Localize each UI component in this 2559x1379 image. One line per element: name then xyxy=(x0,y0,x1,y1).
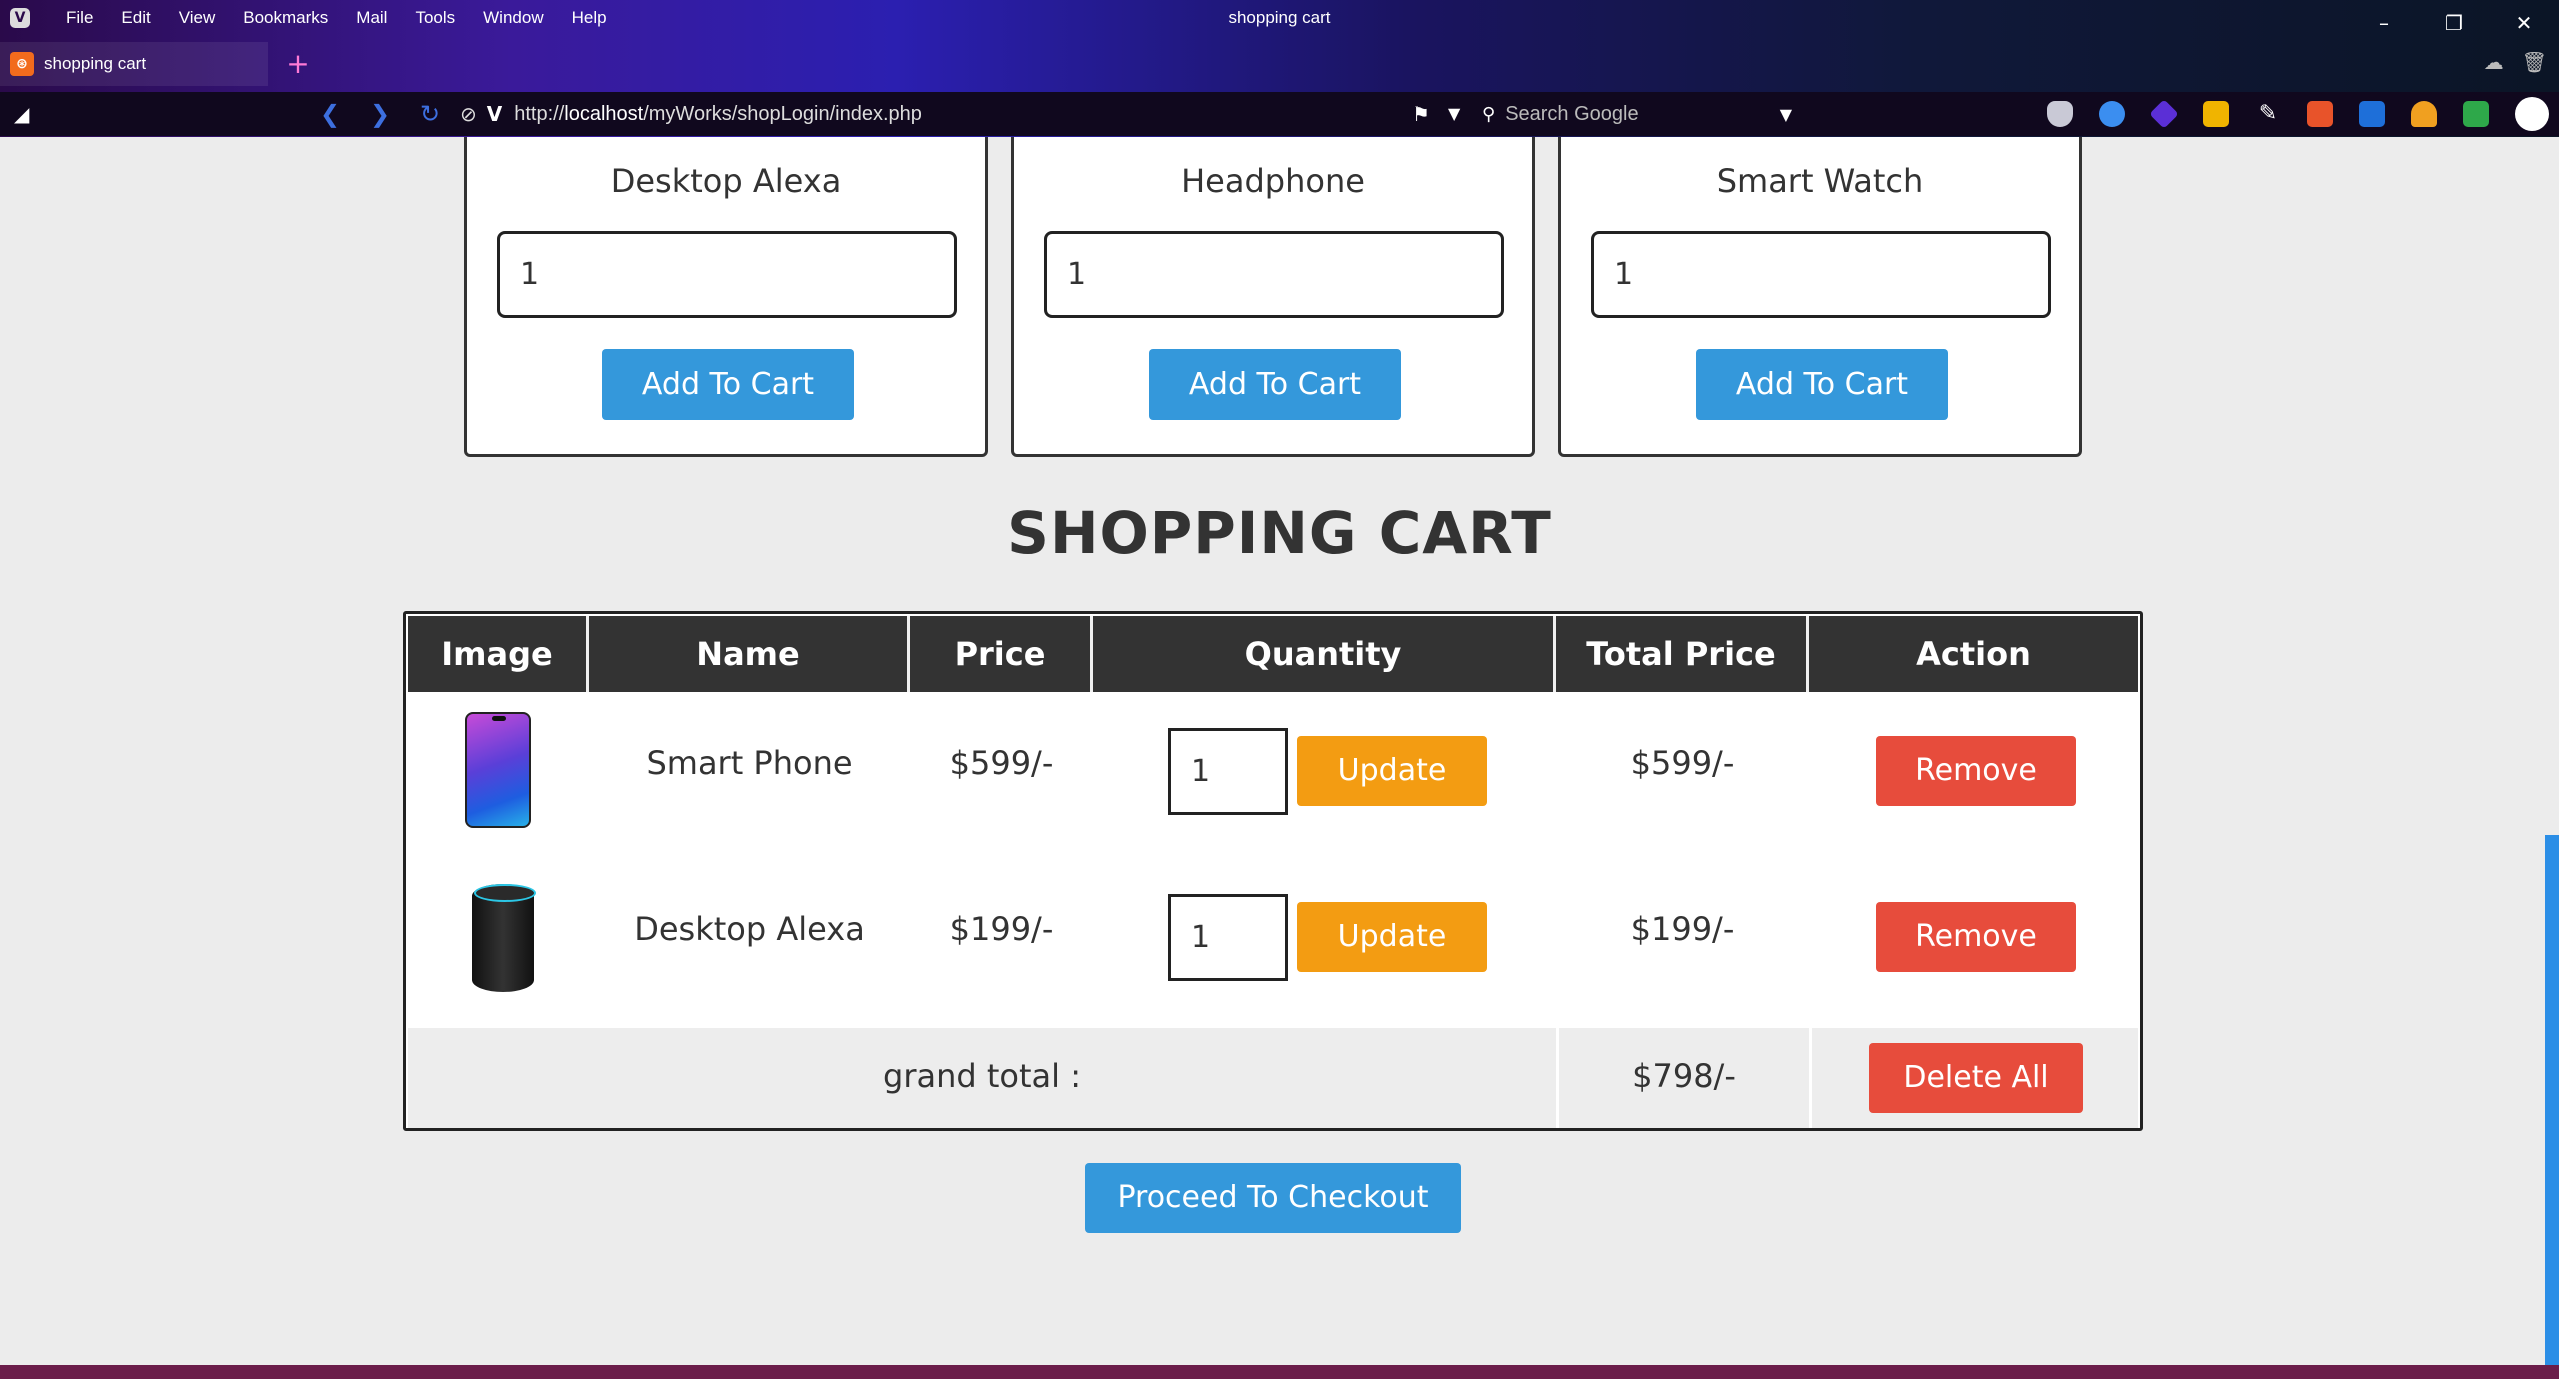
percent-icon[interactable] xyxy=(2307,101,2333,127)
menu-bookmarks[interactable]: Bookmarks xyxy=(243,8,328,28)
product-card: Headphone 1 Add To Cart xyxy=(1011,137,1535,457)
column-header-quantity: Quantity xyxy=(1093,616,1556,692)
desktop-alexa-image xyxy=(472,884,536,992)
menu-mail[interactable]: Mail xyxy=(356,8,387,28)
column-header-total-price: Total Price xyxy=(1556,616,1809,692)
item-total-price: $199/- xyxy=(1630,910,1735,948)
restore-icon[interactable]: ❐ xyxy=(2419,0,2489,46)
close-icon[interactable]: ✕ xyxy=(2489,0,2559,46)
extensions-toolbar: ✎ xyxy=(2047,92,2549,136)
url-field[interactable]: ⊘ V http://localhost/myWorks/shopLogin/i… xyxy=(460,98,1460,130)
map-pin-icon[interactable] xyxy=(2099,101,2125,127)
shield-icon[interactable] xyxy=(2047,101,2073,127)
search-engine-dropdown-icon[interactable]: ▼ xyxy=(1780,105,1792,124)
column-divider xyxy=(1809,1028,1812,1128)
search-field[interactable]: ⚲ Search Google ▼ xyxy=(1482,98,1792,130)
quantity-input[interactable]: 1 xyxy=(1591,231,2051,318)
quantity-input[interactable]: 1 xyxy=(497,231,957,318)
trash-icon[interactable]: 🗑 xyxy=(2522,50,2547,74)
add-to-cart-button[interactable]: Add To Cart xyxy=(1696,349,1948,420)
address-bar: ◢ ❮ ❯ ↻ ⊘ V http://localhost/myWorks/sho… xyxy=(0,92,2559,136)
column-header-image: Image xyxy=(408,616,589,692)
item-price: $599/- xyxy=(949,744,1054,782)
scrollbar[interactable] xyxy=(2545,835,2559,1365)
menu-bar: V File Edit View Bookmarks Mail Tools Wi… xyxy=(0,0,2559,36)
menu-file[interactable]: File xyxy=(66,8,93,28)
update-button[interactable]: Update xyxy=(1297,902,1487,972)
window-icon[interactable] xyxy=(2359,101,2385,127)
speedometer-icon[interactable] xyxy=(2411,101,2437,127)
taskbar-strip xyxy=(0,1365,2559,1379)
add-to-cart-button[interactable]: Add To Cart xyxy=(602,349,854,420)
product-name: Smart Watch xyxy=(1716,162,1924,200)
quantity-input[interactable]: 1 xyxy=(1044,231,1504,318)
search-icon: ⚲ xyxy=(1482,103,1496,125)
puzzle-icon[interactable] xyxy=(2463,101,2489,127)
page-content: Desktop Alexa 1 Add To Cart Headphone 1 … xyxy=(0,137,2559,1365)
eyedropper-icon[interactable]: ✎ xyxy=(2255,101,2281,127)
item-total-price: $599/- xyxy=(1630,744,1735,782)
dropdown-chevron-icon[interactable]: ▼ xyxy=(1448,92,1460,136)
menu-view[interactable]: View xyxy=(179,8,216,28)
site-info-icon[interactable]: ⊘ xyxy=(460,102,477,126)
update-button[interactable]: Update xyxy=(1297,736,1487,806)
menu-edit[interactable]: Edit xyxy=(121,8,150,28)
add-to-cart-button[interactable]: Add To Cart xyxy=(1149,349,1401,420)
panel-toggle-icon[interactable]: ◢ xyxy=(14,92,29,136)
menu-window[interactable]: Window xyxy=(483,8,543,28)
item-name: Desktop Alexa xyxy=(634,910,865,948)
sync-cloud-icon[interactable]: ☁ xyxy=(2484,50,2504,74)
tab-shopping-cart[interactable]: ⊛ shopping cart xyxy=(0,42,268,86)
tab-label: shopping cart xyxy=(44,54,147,73)
remove-button[interactable]: Remove xyxy=(1876,736,2076,806)
reload-icon[interactable]: ↻ xyxy=(420,92,440,136)
search-placeholder: Search Google xyxy=(1505,102,1639,125)
column-header-name: Name xyxy=(589,616,910,692)
item-price: $199/- xyxy=(949,910,1054,948)
url-host: localhost xyxy=(564,102,644,125)
forward-icon[interactable]: ❯ xyxy=(370,92,390,136)
cart-heading: SHOPPING CART xyxy=(1007,499,1552,567)
tab-strip: ⊛ shopping cart + ☁ 🗑 xyxy=(0,42,2559,86)
grand-total-label: grand total : xyxy=(883,1057,1081,1095)
quantity-input[interactable]: 1 xyxy=(1168,728,1288,815)
url-prefix: http:// xyxy=(514,102,565,125)
window-controls: – ❐ ✕ xyxy=(2349,0,2559,46)
proceed-to-checkout-button[interactable]: Proceed To Checkout xyxy=(1085,1163,1461,1233)
browser-chrome: V File Edit View Bookmarks Mail Tools Wi… xyxy=(0,0,2559,137)
new-tab-icon[interactable]: + xyxy=(282,48,314,80)
column-header-action: Action xyxy=(1916,635,2031,673)
diamond-icon[interactable] xyxy=(2149,99,2179,129)
product-name: Headphone xyxy=(1181,162,1365,200)
grand-total-value: $798/- xyxy=(1632,1057,1736,1095)
back-icon[interactable]: ❮ xyxy=(320,92,340,136)
delete-all-button[interactable]: Delete All xyxy=(1869,1043,2083,1113)
remove-button[interactable]: Remove xyxy=(1876,902,2076,972)
product-card: Smart Watch 1 Add To Cart xyxy=(1558,137,2082,457)
table-header: Image Name Price Quantity Total Price Ac… xyxy=(408,616,2138,692)
product-card: Desktop Alexa 1 Add To Cart xyxy=(464,137,988,457)
chart-icon[interactable] xyxy=(2203,101,2229,127)
bookmark-icon[interactable]: ⚑ xyxy=(1412,92,1430,136)
xampp-icon: ⊛ xyxy=(10,52,34,76)
menu-tools[interactable]: Tools xyxy=(415,8,455,28)
minimize-icon[interactable]: – xyxy=(2349,0,2419,46)
cart-table: Image Name Price Quantity Total Price Ac… xyxy=(403,611,2143,1131)
vivaldi-v-icon: V xyxy=(486,102,503,126)
menu-help[interactable]: Help xyxy=(572,8,607,28)
avatar[interactable] xyxy=(2515,97,2549,131)
url-path: /myWorks/shopLogin/index.php xyxy=(643,102,922,125)
column-header-price: Price xyxy=(910,616,1093,692)
quantity-input[interactable]: 1 xyxy=(1168,894,1288,981)
grand-total-row: grand total : $798/- Delete All xyxy=(408,1028,2138,1128)
item-name: Smart Phone xyxy=(646,744,853,782)
tab-strip-tools: ☁ 🗑 xyxy=(2484,50,2547,74)
vivaldi-logo-icon[interactable]: V xyxy=(10,8,30,28)
smart-phone-image xyxy=(465,712,531,828)
product-name: Desktop Alexa xyxy=(610,162,842,200)
